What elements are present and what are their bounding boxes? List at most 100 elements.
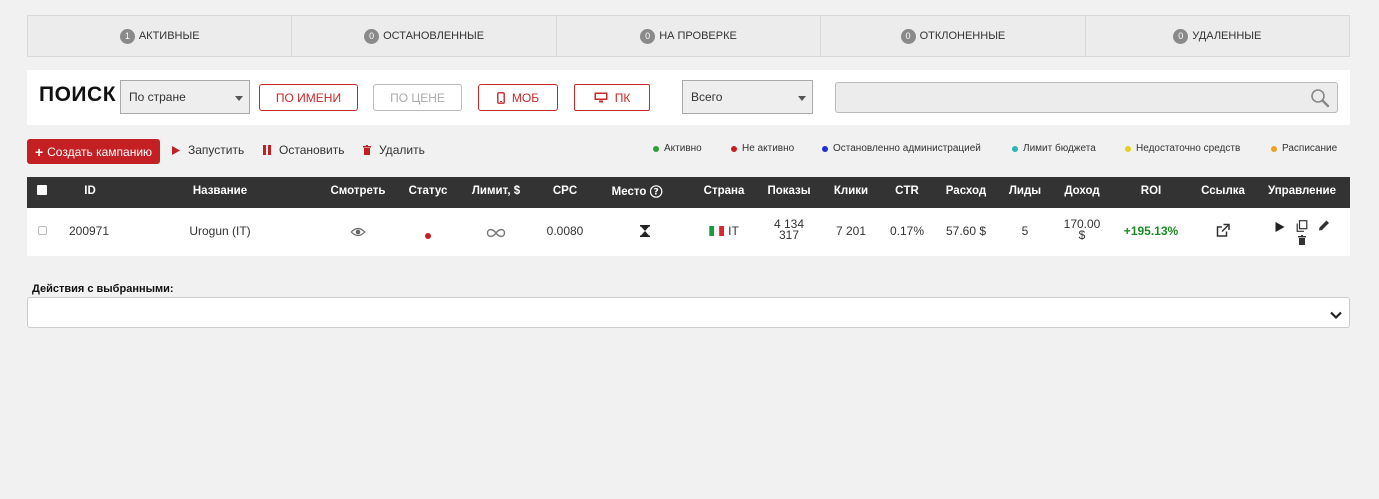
search-icon[interactable] — [1310, 88, 1330, 113]
impressions-line-2: 317 — [778, 228, 800, 242]
tab-count: 0 — [640, 28, 656, 44]
col-spend[interactable]: Расход — [946, 185, 986, 197]
search-by-name-label: ПО ИМЕНИ — [275, 90, 342, 105]
col-leads[interactable]: Лиды — [1009, 185, 1041, 197]
tab-stopped[interactable]: 0 ОСТАНОВЛЕННЫЕ — [292, 16, 557, 56]
col-link: Ссылка — [1201, 185, 1245, 197]
tab-label: ОСТАНОВЛЕННЫЕ — [383, 30, 485, 42]
legend-schedule: Расписание — [1271, 143, 1337, 154]
row-checkbox[interactable] — [38, 226, 47, 235]
col-limit[interactable]: Лимит, $ — [472, 185, 520, 197]
pc-filter-button[interactable]: ПК — [574, 84, 650, 111]
legend-label: Лимит бюджета — [1023, 143, 1096, 154]
legend-dot — [653, 145, 659, 152]
tab-label: НА ПРОВЕРКЕ — [659, 30, 737, 42]
bulk-actions-select[interactable] — [27, 297, 1350, 328]
mobile-filter-button[interactable]: МОБ — [478, 84, 558, 111]
legend-label: Остановленно администрацией — [833, 143, 981, 154]
caret-down-icon — [798, 96, 806, 101]
search-by-name-button[interactable]: ПО ИМЕНИ — [259, 84, 358, 111]
col-income[interactable]: Доход — [1064, 185, 1099, 197]
play-icon — [172, 145, 180, 155]
row-play-icon[interactable] — [1275, 221, 1285, 235]
mobile-icon — [496, 91, 505, 104]
stop-button[interactable]: Остановить — [263, 143, 345, 157]
tab-count: 1 — [119, 28, 135, 44]
cell-name[interactable]: Urogun (IT) — [189, 224, 250, 238]
status-dot — [425, 233, 431, 239]
status-tabs: 1 АКТИВНЫЕ 0 ОСТАНОВЛЕННЫЕ 0 НА ПРОВЕРКЕ 0О… — [27, 15, 1350, 57]
table-row: 200971 Urogun (IT) 0.0080 IT 4 134 317 7… — [27, 208, 1350, 256]
tab-count: 0 — [1173, 28, 1189, 44]
country-select-value: По стране — [129, 90, 186, 104]
scope-select[interactable]: Всего — [682, 80, 813, 114]
col-place-label: Место — [611, 185, 647, 198]
col-country[interactable]: Страна — [704, 185, 745, 197]
search-input[interactable] — [835, 82, 1338, 113]
cell-clicks: 7 201 — [835, 224, 867, 238]
legend-insufficient-funds: Недостаточно средств — [1125, 143, 1240, 154]
tab-deleted[interactable]: 0 УДАЛЕННЫЕ — [1086, 16, 1349, 56]
legend-inactive: Не активно — [731, 143, 794, 154]
country-code: IT — [728, 224, 739, 238]
col-name[interactable]: Название — [193, 185, 247, 197]
col-cpc[interactable]: CPC — [553, 185, 577, 197]
eye-icon[interactable] — [350, 226, 366, 240]
search-by-price-button[interactable]: ПО ЦЕНЕ — [373, 84, 462, 111]
tab-label: УДАЛЕННЫЕ — [1192, 30, 1262, 42]
col-view: Смотреть — [330, 185, 386, 197]
start-button[interactable]: Запустить — [172, 143, 244, 157]
desktop-icon — [594, 92, 608, 103]
tab-label: АКТИВНЫЕ — [138, 30, 200, 42]
italy-flag-icon — [709, 226, 725, 236]
infinity-icon — [486, 227, 506, 241]
col-impressions[interactable]: Показы — [767, 185, 810, 197]
svg-text:?: ? — [653, 188, 658, 198]
cell-cpc: 0.0080 — [546, 224, 584, 238]
caret-down-icon — [235, 96, 243, 101]
legend-dot — [1012, 145, 1018, 152]
col-clicks[interactable]: Клики — [834, 185, 868, 197]
tab-rejected[interactable]: 0 ОТКЛОНЕННЫЕ — [821, 16, 1086, 56]
cell-id: 200971 — [68, 224, 110, 238]
legend-active: Активно — [653, 143, 702, 154]
legend-label: Расписание — [1282, 143, 1338, 154]
bulk-actions-label: Действия с выбранными: — [32, 283, 174, 295]
col-ctr[interactable]: CTR — [895, 185, 919, 197]
delete-label: Удалить — [379, 143, 425, 157]
col-manage: Управление — [1268, 185, 1336, 197]
copy-icon[interactable] — [1296, 220, 1308, 235]
mobile-filter-label: МОБ — [511, 90, 540, 105]
help-icon[interactable]: ? — [649, 185, 663, 198]
external-link-icon[interactable] — [1216, 223, 1231, 241]
create-campaign-button[interactable]: + Создать кампанию — [27, 139, 160, 164]
edit-pencil-icon[interactable] — [1319, 220, 1330, 234]
row-trash-icon[interactable] — [1298, 234, 1306, 248]
legend-dot — [1271, 145, 1277, 152]
col-place[interactable]: Место ? — [612, 185, 663, 198]
tab-count: 0 — [900, 28, 916, 44]
plus-icon: + — [34, 143, 44, 160]
search-title: ПОИСК — [39, 83, 117, 106]
legend-label: Не активно — [742, 143, 795, 154]
tab-label: ОТКЛОНЕННЫЕ — [919, 30, 1006, 42]
legend-budget-limit: Лимит бюджета — [1012, 143, 1096, 154]
income-line-2: $ — [1078, 228, 1086, 242]
search-panel: ПОИСК По стране ПО ИМЕНИ ПО ЦЕНЕ МОБ ПК … — [27, 70, 1350, 125]
tab-active[interactable]: 1 АКТИВНЫЕ — [28, 16, 293, 56]
start-label: Запустить — [188, 143, 245, 157]
col-status[interactable]: Статус — [409, 185, 448, 197]
tab-count: 0 — [364, 28, 380, 44]
legend-admin-stopped: Остановленно администрацией — [822, 143, 981, 154]
col-id[interactable]: ID — [84, 185, 96, 197]
legend-label: Недостаточно средств — [1136, 143, 1241, 154]
col-roi[interactable]: ROI — [1141, 185, 1161, 197]
country-select[interactable]: По стране — [120, 80, 250, 114]
select-all-checkbox[interactable] — [37, 185, 47, 195]
cell-country: IT — [709, 224, 739, 238]
scope-select-value: Всего — [691, 90, 723, 104]
table-header: ID Название Смотреть Статус Лимит, $ CPC… — [27, 177, 1350, 208]
legend-dot — [1125, 145, 1131, 152]
tab-review[interactable]: 0 НА ПРОВЕРКЕ — [557, 16, 822, 56]
delete-button[interactable]: Удалить — [363, 143, 425, 157]
